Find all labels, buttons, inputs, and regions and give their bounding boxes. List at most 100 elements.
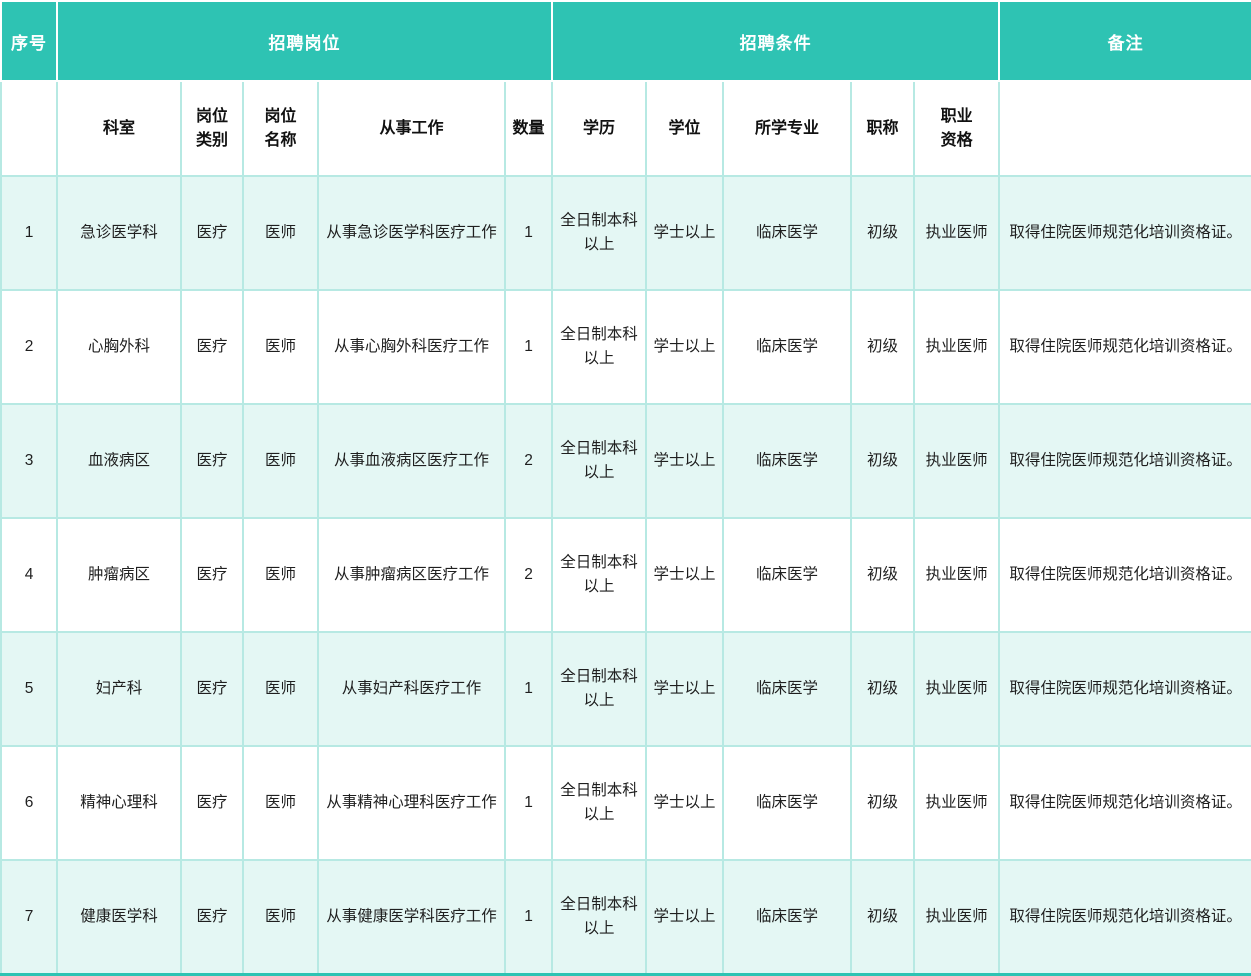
cell-education: 全日制本科 以上 xyxy=(552,746,646,860)
cell-dept: 心胸外科 xyxy=(57,290,181,404)
cell-category: 医疗 xyxy=(181,860,243,974)
cell-major: 临床医学 xyxy=(723,860,851,974)
cell-count: 2 xyxy=(505,518,552,632)
cell-education: 全日制本科 以上 xyxy=(552,632,646,746)
table-row: 7 健康医学科 医疗 医师 从事健康医学科医疗工作 1 全日制本科 以上 学士以… xyxy=(1,860,1251,974)
column-header-serial: 序号 xyxy=(1,1,57,81)
cell-work: 从事心胸外科医疗工作 xyxy=(318,290,505,404)
cell-count: 1 xyxy=(505,290,552,404)
cell-major: 临床医学 xyxy=(723,404,851,518)
cell-remark: 取得住院医师规范化培训资格证。 xyxy=(999,746,1251,860)
cell-remark: 取得住院医师规范化培训资格证。 xyxy=(999,176,1251,290)
cell-remark: 取得住院医师规范化培训资格证。 xyxy=(999,290,1251,404)
cell-degree: 学士以上 xyxy=(646,290,723,404)
cell-job-title: 医师 xyxy=(243,176,318,290)
cell-category: 医疗 xyxy=(181,518,243,632)
table-row: 4 肿瘤病区 医疗 医师 从事肿瘤病区医疗工作 2 全日制本科 以上 学士以上 … xyxy=(1,518,1251,632)
column-header-count: 数量 xyxy=(505,81,552,176)
cell-qualification: 执业医师 xyxy=(914,176,999,290)
sub-header-row: 科室 岗位 类别 岗位 名称 从事工作 数量 学历 学位 所学专业 职称 职业 … xyxy=(1,81,1251,176)
cell-serial: 6 xyxy=(1,746,57,860)
cell-dept: 妇产科 xyxy=(57,632,181,746)
cell-work: 从事血液病区医疗工作 xyxy=(318,404,505,518)
cell-work: 从事急诊医学科医疗工作 xyxy=(318,176,505,290)
cell-rank: 初级 xyxy=(851,404,914,518)
cell-dept: 肿瘤病区 xyxy=(57,518,181,632)
cell-qualification: 执业医师 xyxy=(914,518,999,632)
cell-work: 从事健康医学科医疗工作 xyxy=(318,860,505,974)
column-header-major: 所学专业 xyxy=(723,81,851,176)
cell-rank: 初级 xyxy=(851,746,914,860)
cell-job-title: 医师 xyxy=(243,746,318,860)
column-header-qualification: 职业 资格 xyxy=(914,81,999,176)
cell-degree: 学士以上 xyxy=(646,860,723,974)
cell-major: 临床医学 xyxy=(723,290,851,404)
cell-count: 2 xyxy=(505,404,552,518)
cell-qualification: 执业医师 xyxy=(914,746,999,860)
cell-rank: 初级 xyxy=(851,518,914,632)
cell-work: 从事妇产科医疗工作 xyxy=(318,632,505,746)
cell-qualification: 执业医师 xyxy=(914,404,999,518)
column-header-degree: 学位 xyxy=(646,81,723,176)
cell-job-title: 医师 xyxy=(243,290,318,404)
cell-work: 从事肿瘤病区医疗工作 xyxy=(318,518,505,632)
cell-qualification: 执业医师 xyxy=(914,632,999,746)
cell-category: 医疗 xyxy=(181,404,243,518)
column-header-rank: 职称 xyxy=(851,81,914,176)
cell-degree: 学士以上 xyxy=(646,746,723,860)
cell-major: 临床医学 xyxy=(723,632,851,746)
cell-serial: 4 xyxy=(1,518,57,632)
cell-rank: 初级 xyxy=(851,176,914,290)
table-row: 1 急诊医学科 医疗 医师 从事急诊医学科医疗工作 1 全日制本科 以上 学士以… xyxy=(1,176,1251,290)
cell-qualification: 执业医师 xyxy=(914,860,999,974)
cell-education: 全日制本科 以上 xyxy=(552,176,646,290)
cell-dept: 血液病区 xyxy=(57,404,181,518)
cell-degree: 学士以上 xyxy=(646,632,723,746)
cell-qualification: 执业医师 xyxy=(914,290,999,404)
table-row: 5 妇产科 医疗 医师 从事妇产科医疗工作 1 全日制本科 以上 学士以上 临床… xyxy=(1,632,1251,746)
cell-remark: 取得住院医师规范化培训资格证。 xyxy=(999,518,1251,632)
cell-dept: 急诊医学科 xyxy=(57,176,181,290)
cell-count: 1 xyxy=(505,632,552,746)
empty-header-cell xyxy=(1,81,57,176)
cell-remark: 取得住院医师规范化培训资格证。 xyxy=(999,404,1251,518)
table-row: 2 心胸外科 医疗 医师 从事心胸外科医疗工作 1 全日制本科 以上 学士以上 … xyxy=(1,290,1251,404)
cell-job-title: 医师 xyxy=(243,518,318,632)
cell-rank: 初级 xyxy=(851,632,914,746)
column-header-dept: 科室 xyxy=(57,81,181,176)
table-header: 序号 招聘岗位 招聘条件 备注 科室 岗位 类别 岗位 名称 从事工作 数量 学… xyxy=(1,1,1251,176)
cell-rank: 初级 xyxy=(851,860,914,974)
cell-education: 全日制本科 以上 xyxy=(552,518,646,632)
cell-category: 医疗 xyxy=(181,176,243,290)
cell-category: 医疗 xyxy=(181,290,243,404)
cell-serial: 2 xyxy=(1,290,57,404)
column-header-work: 从事工作 xyxy=(318,81,505,176)
cell-dept: 精神心理科 xyxy=(57,746,181,860)
group-header-row: 序号 招聘岗位 招聘条件 备注 xyxy=(1,1,1251,81)
column-header-remarks: 备注 xyxy=(999,1,1251,81)
column-group-position: 招聘岗位 xyxy=(57,1,552,81)
cell-job-title: 医师 xyxy=(243,404,318,518)
table-row: 6 精神心理科 医疗 医师 从事精神心理科医疗工作 1 全日制本科 以上 学士以… xyxy=(1,746,1251,860)
cell-remark: 取得住院医师规范化培训资格证。 xyxy=(999,632,1251,746)
cell-count: 1 xyxy=(505,176,552,290)
cell-count: 1 xyxy=(505,860,552,974)
column-header-job-title: 岗位 名称 xyxy=(243,81,318,176)
table-body: 1 急诊医学科 医疗 医师 从事急诊医学科医疗工作 1 全日制本科 以上 学士以… xyxy=(1,176,1251,974)
cell-remark: 取得住院医师规范化培训资格证。 xyxy=(999,860,1251,974)
cell-serial: 5 xyxy=(1,632,57,746)
cell-education: 全日制本科 以上 xyxy=(552,860,646,974)
cell-job-title: 医师 xyxy=(243,860,318,974)
recruitment-table: 序号 招聘岗位 招聘条件 备注 科室 岗位 类别 岗位 名称 从事工作 数量 学… xyxy=(0,0,1251,976)
cell-education: 全日制本科 以上 xyxy=(552,290,646,404)
cell-major: 临床医学 xyxy=(723,176,851,290)
empty-header-cell xyxy=(999,81,1251,176)
cell-degree: 学士以上 xyxy=(646,404,723,518)
column-group-conditions: 招聘条件 xyxy=(552,1,999,81)
column-header-education: 学历 xyxy=(552,81,646,176)
cell-job-title: 医师 xyxy=(243,632,318,746)
cell-serial: 7 xyxy=(1,860,57,974)
cell-major: 临床医学 xyxy=(723,518,851,632)
table-row: 3 血液病区 医疗 医师 从事血液病区医疗工作 2 全日制本科 以上 学士以上 … xyxy=(1,404,1251,518)
cell-category: 医疗 xyxy=(181,632,243,746)
